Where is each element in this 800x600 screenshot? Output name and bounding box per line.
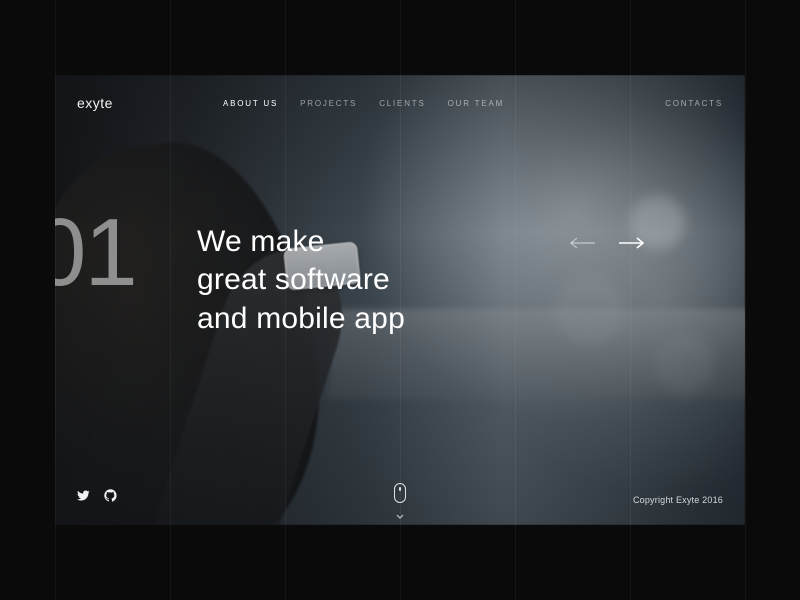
scroll-down-cue[interactable] xyxy=(394,483,406,511)
copyright-text: Copyright Exyte 2016 xyxy=(633,495,723,505)
nav-projects[interactable]: PROJECTS xyxy=(300,99,357,108)
hero-headline: We makegreat softwareand mobile app xyxy=(197,223,405,338)
nav-clients[interactable]: CLIENTS xyxy=(379,99,425,108)
social-links xyxy=(77,489,117,507)
next-slide-arrow-icon[interactable] xyxy=(617,237,645,249)
top-nav: exyte ABOUT US PROJECTS CLIENTS OUR TEAM… xyxy=(55,75,745,131)
nav-our-team[interactable]: OUR TEAM xyxy=(448,99,504,108)
slide-arrows xyxy=(569,237,645,249)
twitter-icon[interactable] xyxy=(77,489,90,507)
nav-contacts[interactable]: CONTACTS xyxy=(665,99,723,108)
chevron-down-icon xyxy=(396,506,404,511)
brand-logo[interactable]: exyte xyxy=(77,95,113,111)
nav-links: ABOUT US PROJECTS CLIENTS OUR TEAM xyxy=(223,99,504,108)
prev-slide-arrow-icon[interactable] xyxy=(569,237,597,249)
hero-viewport: exyte ABOUT US PROJECTS CLIENTS OUR TEAM… xyxy=(55,75,745,525)
github-icon[interactable] xyxy=(104,489,117,507)
hero-section: 01 We makegreat softwareand mobile app xyxy=(55,75,745,525)
nav-about-us[interactable]: ABOUT US xyxy=(223,99,278,108)
slide-number: 01 xyxy=(55,205,136,301)
mouse-icon xyxy=(394,483,406,503)
